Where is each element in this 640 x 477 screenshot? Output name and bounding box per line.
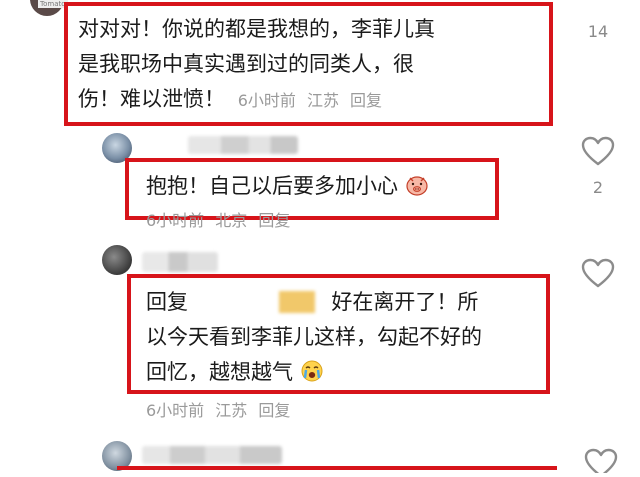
like-button[interactable] <box>578 136 618 170</box>
username-blurred <box>188 136 298 154</box>
username-blurred <box>142 446 282 464</box>
highlight-box <box>117 466 557 470</box>
comment-meta[interactable]: 6小时前 江苏 回复 <box>238 91 382 110</box>
like-button[interactable] <box>578 258 618 292</box>
crying-emoji <box>301 360 323 382</box>
heart-icon <box>581 136 615 166</box>
reply-prefix[interactable]: 回复 <box>146 290 188 314</box>
mention-blurred <box>278 291 315 313</box>
comment-text: 抱抱！自己以后要多加小心 <box>146 169 429 204</box>
comment-meta[interactable]: 6小时前 江苏 回复 <box>146 397 290 421</box>
username-blurred <box>142 252 218 272</box>
comment-meta[interactable]: 6小时前 北京 回复 <box>146 207 290 231</box>
avatar[interactable] <box>102 245 132 275</box>
comment-text: 对对对！你说的都是我想的，李菲儿真 是我职场中真实遇到过的同类人，很 伤！难以泄… <box>78 17 435 111</box>
like-count: 14 <box>587 22 609 41</box>
comment-text-end: 伤！难以泄愤！ <box>78 87 225 111</box>
heart-icon <box>584 448 618 477</box>
heart-icon <box>581 258 615 288</box>
comment-text: 回复 好在离开了！所 以今天看到李菲儿这样，勾起不好的 回忆，越想越气 <box>146 290 482 384</box>
pig-face-emoji <box>406 176 428 196</box>
like-count: 2 <box>592 178 604 197</box>
